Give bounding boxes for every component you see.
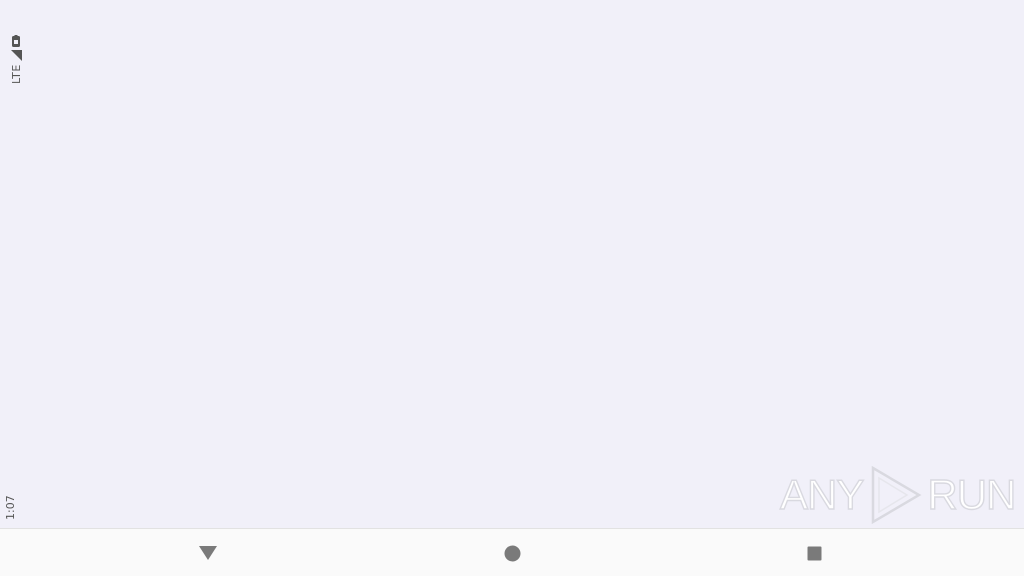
recents-icon	[807, 546, 822, 561]
signal-icon	[10, 50, 22, 62]
back-icon	[199, 545, 217, 561]
clock-text: 1:07	[4, 495, 17, 520]
recents-button[interactable]	[802, 541, 826, 565]
network-type-label: LTE	[9, 64, 23, 84]
home-button[interactable]	[500, 541, 524, 565]
navigation-bar	[0, 528, 1024, 576]
home-icon	[504, 545, 521, 562]
app-screen: LTE 1:07 ANY RUN	[0, 0, 1024, 528]
watermark-left-text: ANY	[779, 471, 865, 518]
status-bar: LTE 1:07	[0, 0, 24, 528]
play-triangle-icon	[867, 464, 923, 526]
back-button[interactable]	[196, 541, 220, 565]
status-indicators: LTE	[4, 35, 28, 84]
watermark-right-text: RUN	[927, 471, 1017, 518]
battery-icon	[12, 35, 20, 48]
anyrun-watermark: ANY RUN	[779, 462, 1017, 528]
